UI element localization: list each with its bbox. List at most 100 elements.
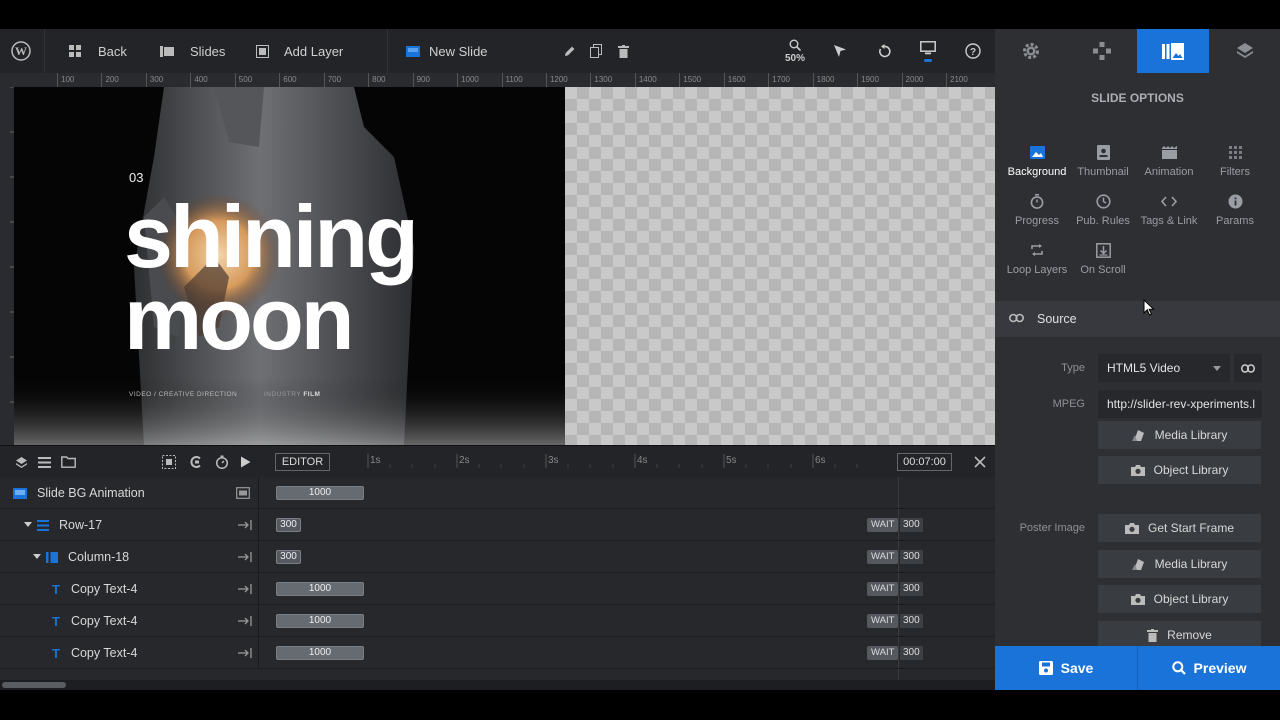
save-button[interactable]: Save xyxy=(995,646,1137,690)
tab-slide-options[interactable] xyxy=(1137,29,1209,73)
timeline-row[interactable]: T Copy Text-4 1000 WAIT 300 xyxy=(0,573,995,605)
object-library-button[interactable]: Object Library xyxy=(1098,456,1261,484)
option-pub-rules[interactable]: Pub. Rules xyxy=(1070,190,1136,227)
wait-value[interactable]: 300 xyxy=(900,550,923,564)
mpeg-label: MPEG xyxy=(1052,398,1085,410)
poster-media-library-button[interactable]: Media Library xyxy=(1098,550,1261,578)
duration-bar[interactable]: 1000 xyxy=(276,582,364,596)
expand-arrow-icon[interactable] xyxy=(238,616,252,626)
slide-name[interactable]: New Slide xyxy=(406,29,488,73)
wait-value[interactable]: 300 xyxy=(900,518,923,532)
tick-1s: 1s xyxy=(370,455,381,466)
trash-icon[interactable] xyxy=(608,29,638,73)
loop-icon xyxy=(1004,239,1070,261)
layer-label[interactable]: Row-17 xyxy=(24,509,102,541)
pencil-icon[interactable] xyxy=(554,29,584,73)
tick-6s: 6s xyxy=(815,455,826,466)
add-layer-button[interactable]: Add Layer xyxy=(256,29,343,73)
layer-label[interactable]: T Copy Text-4 xyxy=(52,605,137,637)
wait-value[interactable]: 300 xyxy=(900,614,923,628)
timeline-row[interactable]: T Copy Text-4 1000 WAIT 300 xyxy=(0,637,995,669)
folder-icon[interactable] xyxy=(53,446,83,478)
play-icon[interactable] xyxy=(230,446,260,478)
poster-object-library-button[interactable]: Object Library xyxy=(1098,585,1261,613)
layer-name: Column-18 xyxy=(68,550,130,564)
grid-select-icon[interactable] xyxy=(154,446,184,478)
link-icon xyxy=(1009,313,1024,323)
source-section-header[interactable]: Source xyxy=(995,301,1280,337)
link-icon xyxy=(1241,363,1255,373)
slides-button[interactable]: Slides xyxy=(160,29,225,73)
option-animation[interactable]: Animation xyxy=(1136,141,1202,178)
ruler-label: 1500 xyxy=(683,75,702,84)
slide-caption-left[interactable]: VIDEO / CREATIVE DIRECTION xyxy=(129,391,237,398)
layer-label[interactable]: Slide BG Animation xyxy=(13,477,145,509)
slide-headline-line2[interactable]: moon xyxy=(124,275,355,363)
type-value: HTML5 Video xyxy=(1107,361,1181,375)
timeline-row[interactable]: Row-17 300 WAIT 300 xyxy=(0,509,995,541)
cursor-icon[interactable] xyxy=(825,29,855,73)
timeline-row[interactable]: T Copy Text-4 1000 WAIT 300 xyxy=(0,605,995,637)
option-tags-link[interactable]: Tags & Link xyxy=(1136,190,1202,227)
slide-caption-right[interactable]: INDUSTRY FILM xyxy=(264,391,320,398)
timeline-layers: Slide BG Animation 1000 Row-17 300 WAIT … xyxy=(0,477,995,680)
layer-label[interactable]: T Copy Text-4 xyxy=(52,637,137,669)
slide-headline-line1[interactable]: shining xyxy=(124,193,419,281)
option-loop-layers[interactable]: Loop Layers xyxy=(1004,239,1070,276)
media-library-button[interactable]: Media Library xyxy=(1098,421,1261,449)
option-params[interactable]: Params xyxy=(1202,190,1268,227)
undo-icon[interactable] xyxy=(869,29,899,73)
ruler-label: 1800 xyxy=(816,75,835,84)
desktop-view-icon[interactable] xyxy=(913,29,943,73)
duration-bar[interactable]: 1000 xyxy=(276,486,364,500)
duration-bar[interactable]: 1000 xyxy=(276,646,364,660)
expand-arrow-icon[interactable] xyxy=(238,648,252,658)
layer-label[interactable]: T Copy Text-4 xyxy=(52,573,137,605)
preview-button[interactable]: Preview xyxy=(1138,646,1280,690)
wait-label: WAIT xyxy=(867,614,899,628)
option-filters[interactable]: Filters xyxy=(1202,141,1268,178)
help-icon[interactable]: ? xyxy=(958,29,988,73)
wait-value[interactable]: 300 xyxy=(900,582,923,596)
slide-number[interactable]: 03 xyxy=(129,170,143,185)
option-progress[interactable]: Progress xyxy=(1004,190,1070,227)
get-start-frame-button[interactable]: Get Start Frame xyxy=(1098,514,1261,542)
option-on-scroll[interactable]: On Scroll xyxy=(1070,239,1136,276)
slide-canvas[interactable]: 03 shining moon VIDEO / CREATIVE DIRECTI… xyxy=(14,87,565,445)
remove-button[interactable]: Remove xyxy=(1098,621,1261,646)
timeline-scrollbar[interactable] xyxy=(0,680,995,690)
option-label: Tags & Link xyxy=(1140,215,1198,227)
back-button[interactable]: Back xyxy=(69,29,127,73)
ruler-label: 1900 xyxy=(861,75,879,84)
button-label: Media Library xyxy=(1154,428,1228,442)
expand-arrow-icon[interactable] xyxy=(238,584,252,594)
timeline-duration[interactable]: 00:07:00 xyxy=(897,453,952,471)
close-icon[interactable] xyxy=(965,446,995,478)
mpeg-input[interactable]: http://slider-rev-xperiments.l xyxy=(1098,390,1262,418)
tab-settings[interactable] xyxy=(995,29,1066,73)
link-button[interactable] xyxy=(1234,354,1262,382)
tab-layers[interactable] xyxy=(1209,29,1280,73)
option-thumbnail[interactable]: Thumbnail xyxy=(1070,141,1136,178)
editor-button[interactable]: EDITOR xyxy=(275,453,330,471)
timeline-row[interactable]: Slide BG Animation 1000 xyxy=(0,477,995,509)
wordpress-icon[interactable]: W xyxy=(6,29,36,73)
timeline-row[interactable]: Column-18 300 WAIT 300 xyxy=(0,541,995,573)
wait-value[interactable]: 300 xyxy=(900,646,923,660)
mouse-cursor-icon xyxy=(1143,299,1155,316)
duration-bar[interactable]: 300 xyxy=(276,518,301,532)
zoom-control[interactable]: 50% xyxy=(780,29,810,73)
image-folder-icon[interactable] xyxy=(236,487,250,499)
expand-arrow-icon[interactable] xyxy=(238,552,252,562)
tab-navigation[interactable] xyxy=(1066,29,1137,73)
type-select[interactable]: HTML5 Video xyxy=(1098,354,1230,382)
expand-arrow-icon[interactable] xyxy=(238,520,252,530)
duplicate-icon[interactable] xyxy=(581,29,611,73)
duration-bar[interactable]: 300 xyxy=(276,550,301,564)
ruler-tick xyxy=(501,73,503,87)
duration-bar[interactable]: 1000 xyxy=(276,614,364,628)
layer-label[interactable]: Column-18 xyxy=(33,541,129,573)
option-background[interactable]: Background xyxy=(1004,141,1070,178)
scrollbar-thumb[interactable] xyxy=(2,682,66,688)
camera-icon xyxy=(1124,522,1139,534)
